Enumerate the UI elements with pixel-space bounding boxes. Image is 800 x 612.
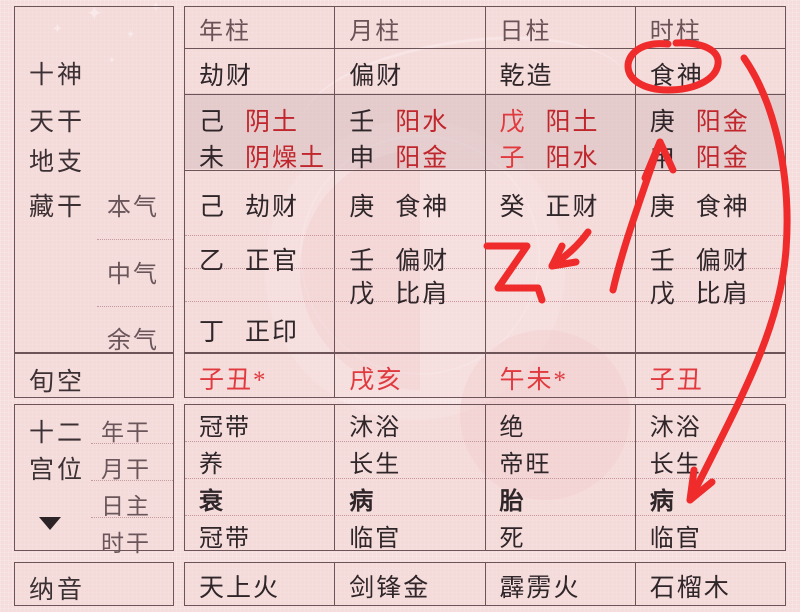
- palace-cell: 衰: [199, 488, 225, 515]
- sidebar-label-xunkong: 旬空: [29, 369, 86, 396]
- palace-cell: 临官: [649, 525, 702, 552]
- palace-cell: 帝旺: [499, 451, 552, 478]
- pillar-earthly-branch: 申阳金: [349, 145, 450, 172]
- sidebar-palace-row-day: 日主: [101, 494, 151, 519]
- pillar-heavenly-stem: 壬阳水: [349, 109, 450, 136]
- hidden-stem-zhongqi: 壬偏财: [649, 248, 750, 275]
- palace-column-2: 绝帝旺胎死: [486, 405, 636, 552]
- sidebar-label-ten-gods: 十神: [29, 62, 86, 89]
- hidden-stem-benqi: 庚食神: [349, 194, 450, 221]
- nayin-value: 天上火: [199, 575, 281, 602]
- xunkong-grid: 子丑* 戌亥 午未* 子丑: [184, 353, 786, 398]
- hidden-stem-zhongqi: 乙正官: [199, 248, 300, 275]
- palace-cell: 病: [349, 488, 376, 515]
- palace-column-1: 沐浴 长生病临官: [335, 405, 486, 552]
- sidebar-label-palace-line2: 宫位: [29, 457, 86, 484]
- pillar-heavenly-stem: 己阴土: [199, 109, 300, 136]
- palace-cell: 长生: [349, 451, 402, 478]
- palace-cell: 临官: [349, 525, 402, 552]
- sidebar-label-ben-qi: 本气: [107, 195, 159, 221]
- sidebar-label-heavenly-stem: 天干: [29, 109, 86, 136]
- sidebar-palace-panel[interactable]: 十二 宫位 年干 月干 日主 时干: [14, 404, 174, 556]
- pillar-column-2: 日柱乾造戊阳土子阳水癸正财: [486, 7, 636, 352]
- nayin-column-0: 天上火: [185, 563, 336, 605]
- palace-cell: 冠带: [199, 525, 251, 552]
- xunkong-column-0: 子丑*: [185, 354, 336, 397]
- hidden-stem-benqi: 庚食神: [649, 194, 750, 221]
- sidebar-nayin-panel: 纳音: [14, 562, 174, 606]
- pillar-ten-god: 食神: [649, 63, 704, 90]
- nayin-column-2: 霹雳火: [486, 563, 636, 605]
- palace-cell: 沐浴: [349, 414, 402, 441]
- xunkong-value: 戌亥: [349, 367, 404, 394]
- xunkong-column-2: 午未*: [486, 354, 636, 397]
- pillar-header: 日柱: [499, 19, 552, 45]
- pillars-grid: 年柱 劫财己阴土未阴燥土己劫财乙正官丁正印 月柱 偏财壬阳水申阳金庚食神壬偏财戊比肩日…: [184, 6, 786, 353]
- xunkong-value: 子丑*: [199, 367, 268, 394]
- twelve-palace-grid: 冠带养衰冠带 沐浴 长生病临官绝帝旺胎死沐浴 长生病临官: [184, 404, 786, 552]
- pillar-earthly-branch: 申阳金: [649, 145, 750, 172]
- palace-column-3: 沐浴 长生病临官: [636, 405, 785, 552]
- triangle-down-icon[interactable]: [39, 517, 61, 530]
- pillar-ten-god: 偏财: [349, 63, 404, 90]
- xunkong-value: 子丑: [649, 367, 704, 394]
- nayin-value: 石榴木: [649, 575, 731, 602]
- pillar-header: 时柱: [649, 19, 702, 45]
- sidebar-label-yu-qi: 余气: [107, 328, 159, 354]
- palace-cell: 死: [499, 525, 526, 552]
- nayin-column-1: 剑锋金: [335, 563, 486, 605]
- pillar-header: 年柱: [199, 19, 251, 45]
- sidebar-label-nayin: 纳音: [29, 577, 86, 604]
- hidden-stem-zhongqi-2: 戊比肩: [349, 281, 450, 308]
- xunkong-column-3: 子丑: [636, 354, 785, 397]
- sidebar-top-panel: 十神 天干 地支 藏干 本气 中气 余气: [14, 6, 174, 354]
- palace-cell: 病: [649, 488, 676, 515]
- hidden-stem-zhongqi: 壬偏财: [349, 248, 450, 275]
- xunkong-column-1: 戌亥: [335, 354, 486, 397]
- pillar-ten-god: 劫财: [199, 63, 254, 90]
- palace-cell: 胎: [499, 488, 526, 515]
- sidebar-label-zhong-qi: 中气: [107, 262, 159, 288]
- hidden-stem-benqi: 己劫财: [199, 194, 300, 221]
- hidden-stem-zhongqi-2: 戊比肩: [649, 281, 750, 308]
- pillar-header: 月柱: [349, 19, 402, 45]
- nayin-grid: 天上火 剑锋金 霹雳火 石榴木: [184, 562, 786, 606]
- palace-cell: 长生: [649, 451, 702, 478]
- bazi-chart: 十神 天干 地支 藏干 本气 中气 余气 旬空 十二 宫位 年干 月干 日主 时…: [0, 0, 800, 612]
- sidebar-palace-row-hour: 时干: [101, 531, 151, 556]
- pillar-column-0: 年柱劫财己阴土未阴燥土己劫财乙正官丁正印: [185, 7, 336, 352]
- sidebar-label-hidden-stem: 藏干: [29, 194, 86, 221]
- sidebar-label-palace-line1: 十二: [29, 420, 86, 447]
- nayin-column-3: 石榴木: [636, 563, 785, 605]
- sidebar-palace-row-month: 月干: [101, 457, 151, 482]
- sidebar-palace-row-year: 年干: [101, 420, 151, 445]
- pillar-column-1: 月柱偏财壬阳水申阳金庚食神壬偏财戊比肩: [335, 7, 486, 352]
- palace-cell: 冠带: [199, 414, 251, 441]
- palace-cell: 养: [199, 451, 225, 478]
- pillar-column-3: 时柱食神庚阳金申阳金庚食神壬偏财戊比肩: [636, 7, 785, 352]
- pillar-earthly-branch: 子阳水: [499, 145, 600, 172]
- hidden-stem-yuqi: 丁正印: [199, 319, 300, 346]
- hidden-stem-benqi: 癸正财: [499, 194, 600, 221]
- pillar-ten-god: 乾造: [499, 63, 554, 90]
- xunkong-value: 午未*: [499, 367, 569, 394]
- nayin-value: 霹雳火: [499, 575, 581, 602]
- sidebar-xunkong-panel: 旬空: [14, 353, 174, 398]
- palace-cell: 沐浴: [649, 414, 702, 441]
- sidebar-label-earthly-branch: 地支: [29, 149, 86, 176]
- palace-cell: 绝: [499, 414, 526, 441]
- nayin-value: 剑锋金: [349, 575, 431, 602]
- pillar-heavenly-stem: 庚阳金: [649, 109, 750, 136]
- palace-column-0: 冠带养衰冠带: [185, 405, 336, 552]
- pillar-heavenly-stem: 戊阳土: [499, 109, 600, 136]
- pillar-earthly-branch: 未阴燥土: [199, 145, 327, 172]
